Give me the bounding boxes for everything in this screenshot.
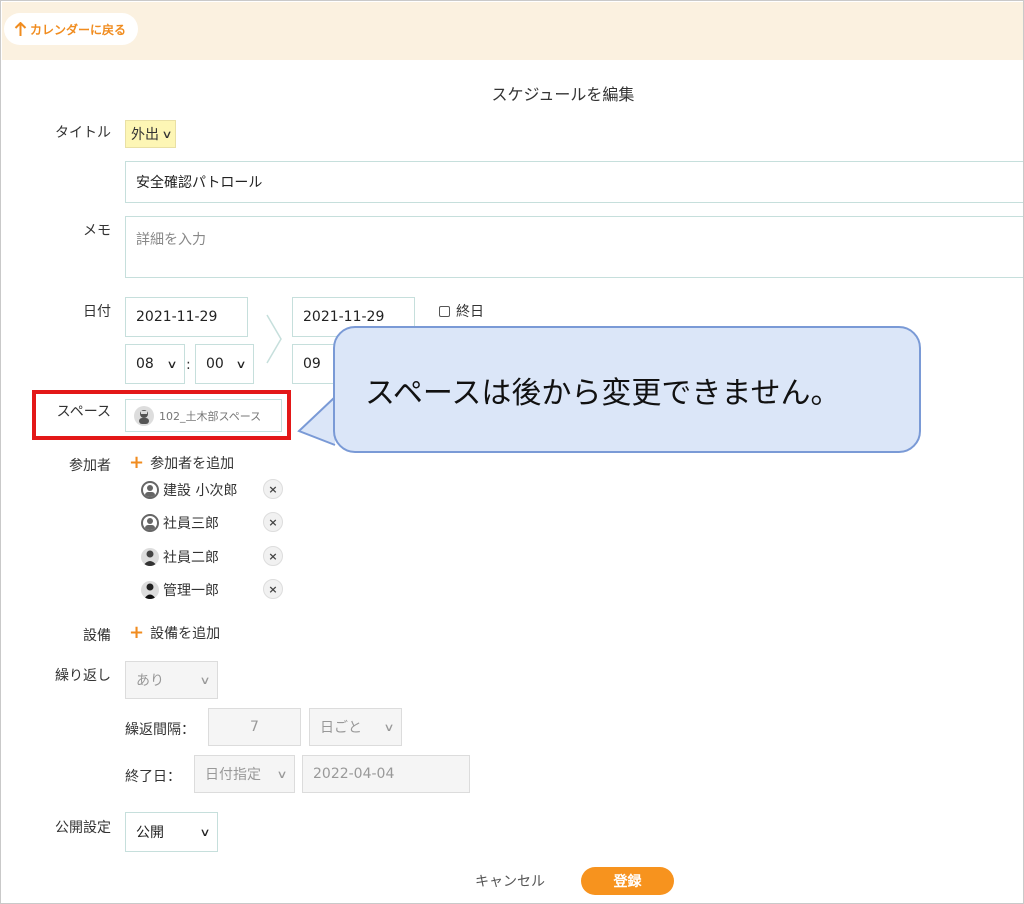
repeat-interval-label: 繰返間隔： [125, 722, 195, 738]
chevron-down-icon: ∨ [276, 767, 288, 781]
add-participant-label: 参加者を追加 [150, 456, 235, 472]
close-icon: × [268, 549, 278, 563]
submit-button[interactable]: 登録 [581, 867, 674, 895]
start-date-input[interactable]: 2021-11-29 [125, 297, 248, 337]
top-bar: カレンダーに戻る [2, 2, 1023, 60]
chevron-down-icon: ∨ [235, 357, 247, 371]
repeat-end-label: 終了日： [125, 769, 181, 785]
remove-participant-button[interactable]: × [263, 546, 283, 566]
add-participant-button[interactable]: + 参加者を追加 [129, 453, 234, 473]
callout-bubble: スペースは後から変更できません。 [333, 326, 921, 453]
participant-name: 管理一郎 [163, 583, 219, 599]
add-equipment-label: 設備を追加 [150, 626, 221, 642]
page-title: スケジュールを編集 [491, 85, 635, 104]
add-equipment-button[interactable]: + 設備を追加 [129, 623, 220, 643]
space-highlight-box [32, 390, 291, 440]
visibility-label: 公開設定 [55, 820, 111, 836]
close-icon: × [268, 515, 278, 529]
repeat-select[interactable]: あり ∨ [125, 661, 218, 699]
repeat-interval-input[interactable]: 7 [208, 708, 301, 746]
end-hour-value: 09 [303, 356, 321, 372]
close-icon: × [268, 582, 278, 596]
chevron-down-icon: ∨ [199, 673, 211, 687]
user-icon [141, 514, 159, 532]
participant-name: 社員二郎 [163, 550, 219, 566]
user-photo-icon [141, 548, 159, 566]
close-icon: × [268, 482, 278, 496]
all-day-checkbox[interactable]: 終日 [439, 301, 484, 321]
equipment-label: 設備 [83, 628, 111, 644]
start-hour-select[interactable]: 08 ∨ [125, 344, 185, 384]
start-minute-value: 00 [206, 356, 224, 372]
title-input[interactable]: 安全確認パトロール [125, 161, 1023, 203]
title-category-value: 外出 [131, 127, 159, 143]
memo-label: メモ [83, 223, 111, 239]
remove-participant-button[interactable]: × [263, 579, 283, 599]
participant-item: 社員三郎 [141, 513, 219, 533]
remove-participant-button[interactable]: × [263, 479, 283, 499]
visibility-select[interactable]: 公開 ∨ [125, 812, 218, 852]
cancel-button[interactable]: キャンセル [475, 871, 545, 891]
remove-participant-button[interactable]: × [263, 512, 283, 532]
participant-item: 建設 小次郎 [141, 480, 237, 500]
title-label: タイトル [55, 125, 111, 141]
callout-tail [297, 396, 336, 446]
chevron-down-icon: ∨ [161, 127, 173, 141]
repeat-unit-value: 日ごと [320, 720, 362, 736]
repeat-value: あり [136, 673, 164, 689]
all-day-label: 終日 [456, 304, 484, 320]
plus-icon: + [129, 452, 145, 473]
chevron-down-icon: ∨ [166, 357, 178, 371]
repeat-end-type-value: 日付指定 [205, 767, 261, 783]
checkbox-icon[interactable] [439, 305, 450, 317]
chevron-down-icon: ∨ [383, 720, 395, 734]
repeat-end-date-input[interactable]: 2022-04-04 [302, 755, 470, 793]
user-icon [141, 481, 159, 499]
participants-label: 参加者 [69, 458, 111, 474]
participant-item: 管理一郎 [141, 580, 219, 600]
participant-item: 社員二郎 [141, 547, 219, 567]
repeat-end-type-select[interactable]: 日付指定 ∨ [194, 755, 295, 793]
memo-textarea[interactable]: 詳細を入力 [125, 216, 1023, 278]
visibility-value: 公開 [136, 825, 164, 841]
app-window: カレンダーに戻る スケジュールを編集 タイトル 外出 ∨ 安全確認パトロール メ… [0, 0, 1024, 904]
user-photo-icon [141, 581, 159, 599]
start-hour-value: 08 [136, 356, 154, 372]
date-label: 日付 [83, 304, 111, 320]
time-separator: : [186, 357, 191, 373]
title-category-select[interactable]: 外出 ∨ [125, 120, 177, 148]
participant-name: 建設 小次郎 [163, 483, 238, 499]
repeat-unit-select[interactable]: 日ごと ∨ [309, 708, 402, 746]
callout-text: スペースは後から変更できません。 [365, 375, 841, 411]
arrow-up-icon [14, 21, 27, 36]
repeat-label: 繰り返し [55, 668, 111, 684]
plus-icon: + [129, 622, 145, 643]
chevron-down-icon: ∨ [199, 825, 211, 839]
participant-name: 社員三郎 [163, 516, 219, 532]
back-to-calendar-button[interactable]: カレンダーに戻る [4, 13, 139, 45]
start-minute-select[interactable]: 00 ∨ [195, 344, 254, 384]
back-label: カレンダーに戻る [30, 22, 127, 37]
date-range-arrow-icon [266, 314, 282, 364]
